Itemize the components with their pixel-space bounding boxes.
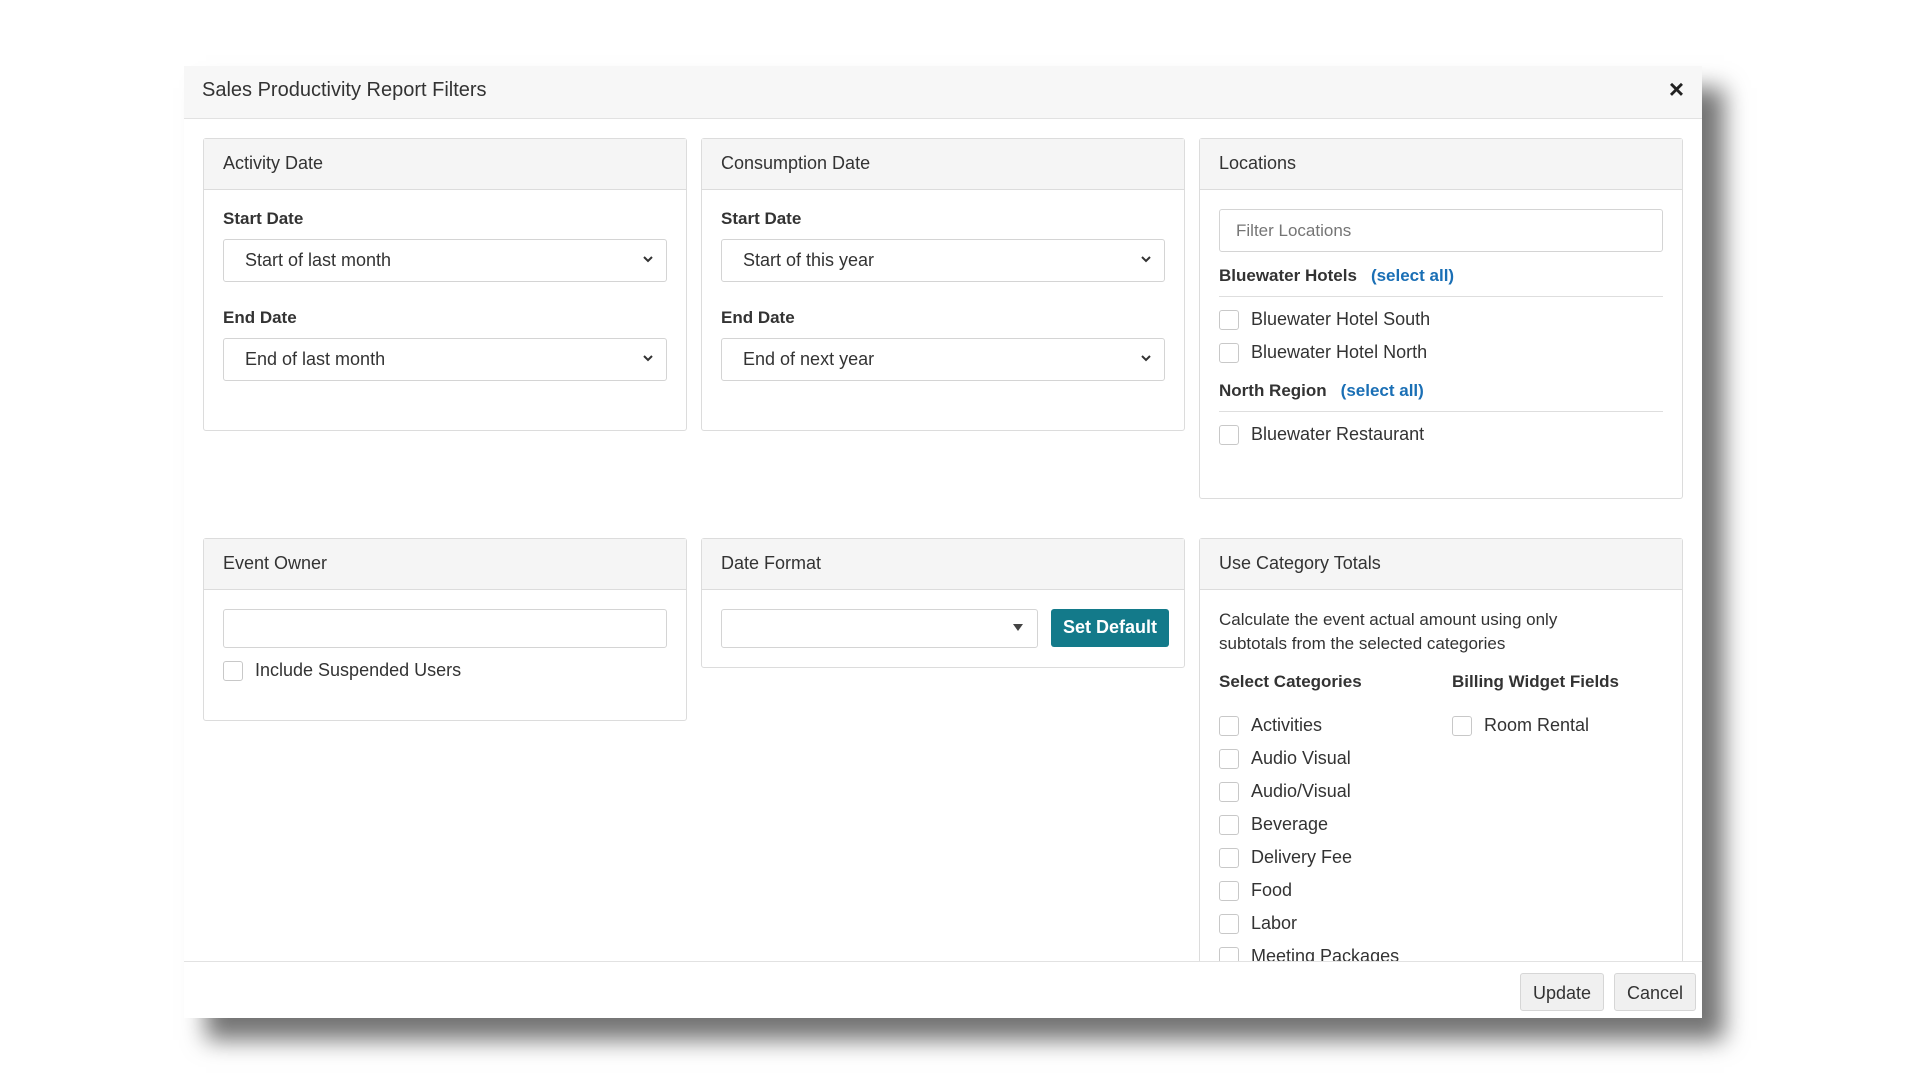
location-label: Bluewater Restaurant xyxy=(1251,424,1425,444)
location-checkbox[interactable] xyxy=(1219,342,1239,363)
category-checkbox[interactable] xyxy=(1219,814,1239,835)
category-checkbox[interactable] xyxy=(1219,946,1239,961)
billing-fields-heading: Billing Widget Fields xyxy=(1452,672,1620,691)
consumption-date-panel: Consumption Date Start Date Start of thi… xyxy=(701,138,1185,431)
locations-panel: Locations Bluewater Hotels (select all) … xyxy=(1199,138,1683,499)
category-checkbox[interactable] xyxy=(1219,847,1239,868)
report-filters-dialog: Sales Productivity Report Filters × Acti… xyxy=(184,66,1702,1018)
category-checkbox[interactable] xyxy=(1219,748,1239,769)
billing-field-label: Room Rental xyxy=(1484,715,1590,735)
select-all-link[interactable]: (select all) xyxy=(1371,266,1454,286)
location-checkbox-row[interactable]: Bluewater Hotel North xyxy=(1219,336,1663,369)
include-suspended-checkbox[interactable] xyxy=(223,660,243,681)
dialog-header: Sales Productivity Report Filters × xyxy=(184,66,1702,119)
location-checkbox[interactable] xyxy=(1219,309,1239,330)
category-label: Audio/Visual xyxy=(1251,781,1351,801)
category-label: Labor xyxy=(1251,913,1298,933)
category-checkbox[interactable] xyxy=(1219,715,1239,736)
location-group-name: Bluewater Hotels xyxy=(1219,266,1357,285)
location-checkbox-row[interactable]: Bluewater Hotel South xyxy=(1219,303,1663,336)
location-group-header: Bluewater Hotels (select all) xyxy=(1219,266,1663,297)
end-date-label: End Date xyxy=(223,308,297,327)
panel-heading: Locations xyxy=(1200,139,1682,190)
category-checkbox[interactable] xyxy=(1219,913,1239,934)
category-totals-description: Calculate the event actual amount using … xyxy=(1219,610,1558,653)
category-checkbox-row[interactable]: Beverage xyxy=(1219,808,1452,841)
select-value: Start of last month xyxy=(245,250,392,270)
location-checkbox[interactable] xyxy=(1219,424,1239,445)
date-format-panel: Date Format Set Default xyxy=(701,538,1185,668)
event-owner-input[interactable] xyxy=(223,609,667,648)
panel-heading: Consumption Date xyxy=(702,139,1184,190)
consumption-end-date-select[interactable]: End of next year xyxy=(721,338,1165,381)
category-label: Food xyxy=(1251,880,1293,900)
category-checkbox-row[interactable]: Meeting Packages xyxy=(1219,940,1452,961)
category-label: Activities xyxy=(1251,715,1323,735)
consumption-start-date-select[interactable]: Start of this year xyxy=(721,239,1165,282)
category-totals-panel: Use Category Totals Calculate the event … xyxy=(1199,538,1683,961)
select-value: Start of this year xyxy=(743,250,875,270)
billing-field-checkbox-row[interactable]: Room Rental xyxy=(1452,709,1619,742)
category-label: Beverage xyxy=(1251,814,1329,834)
category-checkbox[interactable] xyxy=(1219,880,1239,901)
location-group-header: North Region (select all) xyxy=(1219,381,1663,412)
billing-fields-column: Billing Widget Fields Room Rental xyxy=(1452,672,1619,961)
activity-end-date-select[interactable]: End of last month xyxy=(223,338,667,381)
panel-heading: Event Owner xyxy=(204,539,686,590)
close-icon[interactable]: × xyxy=(1669,76,1684,102)
category-checkbox-row[interactable]: Audio/Visual xyxy=(1219,775,1452,808)
dialog-title: Sales Productivity Report Filters xyxy=(202,79,487,101)
category-checkbox-row[interactable]: Audio Visual xyxy=(1219,742,1452,775)
dialog-footer: Update Cancel xyxy=(184,961,1702,1018)
select-all-link[interactable]: (select all) xyxy=(1341,381,1424,401)
cancel-button[interactable]: Cancel xyxy=(1613,973,1696,1011)
location-label: Bluewater Hotel South xyxy=(1251,309,1431,329)
panel-heading: Date Format xyxy=(702,539,1184,590)
chevron-down-icon xyxy=(643,355,653,362)
category-label: Audio Visual xyxy=(1251,748,1351,768)
filter-locations-input[interactable] xyxy=(1219,209,1663,252)
update-button[interactable]: Update xyxy=(1519,973,1604,1011)
select-value: End of last month xyxy=(245,349,386,369)
end-date-label: End Date xyxy=(721,308,795,327)
category-label: Delivery Fee xyxy=(1251,847,1353,867)
category-label: Meeting Packages xyxy=(1251,946,1400,961)
category-checkbox-row[interactable]: Labor xyxy=(1219,907,1452,940)
start-date-label: Start Date xyxy=(721,209,802,228)
date-format-select[interactable] xyxy=(721,609,1038,648)
select-categories-heading: Select Categories xyxy=(1219,672,1362,691)
category-checkbox[interactable] xyxy=(1219,781,1239,802)
chevron-down-icon xyxy=(643,256,653,263)
panel-heading: Use Category Totals xyxy=(1200,539,1682,590)
caret-down-icon xyxy=(1013,624,1023,631)
chevron-down-icon xyxy=(1141,256,1151,263)
billing-field-checkbox[interactable] xyxy=(1452,715,1472,736)
activity-start-date-select[interactable]: Start of last month xyxy=(223,239,667,282)
category-checkbox-row[interactable]: Delivery Fee xyxy=(1219,841,1452,874)
include-suspended-row[interactable]: Include Suspended Users xyxy=(223,654,667,687)
include-suspended-label: Include Suspended Users xyxy=(255,660,462,680)
location-label: Bluewater Hotel North xyxy=(1251,342,1428,362)
category-checkbox-row[interactable]: Food xyxy=(1219,874,1452,907)
dialog-body: Activity Date Start Date Start of last m… xyxy=(184,119,1702,961)
set-default-button[interactable]: Set Default xyxy=(1051,609,1170,647)
start-date-label: Start Date xyxy=(223,209,304,228)
location-group-name: North Region xyxy=(1219,381,1327,400)
category-checkbox-row[interactable]: Activities xyxy=(1219,709,1452,742)
activity-date-panel: Activity Date Start Date Start of last m… xyxy=(203,138,687,431)
event-owner-panel: Event Owner Include Suspended Users xyxy=(203,538,687,721)
select-categories-column: Select Categories Activities Audio Visua… xyxy=(1219,672,1452,961)
select-value: End of next year xyxy=(743,349,875,369)
location-checkbox-row[interactable]: Bluewater Restaurant xyxy=(1219,418,1663,451)
chevron-down-icon xyxy=(1141,355,1151,362)
panel-heading: Activity Date xyxy=(204,139,686,190)
